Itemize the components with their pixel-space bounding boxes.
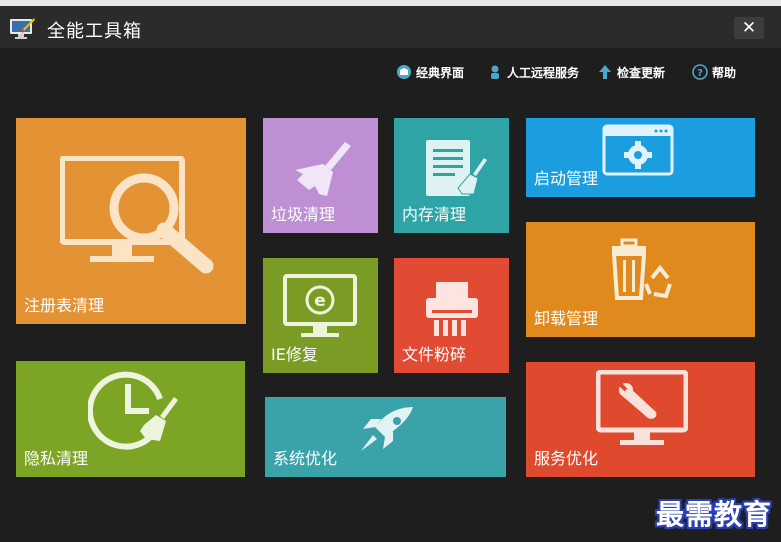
title-bar: 全能工具箱 ✕ bbox=[0, 6, 781, 48]
classic-view-link[interactable]: 经典界面 bbox=[396, 62, 464, 82]
privacy-clean-tile[interactable]: 隐私清理 bbox=[16, 361, 245, 477]
document-broom-icon bbox=[426, 140, 487, 196]
rocket-icon bbox=[361, 407, 413, 451]
uninstall-manage-tile[interactable]: 卸载管理 bbox=[526, 222, 755, 337]
update-arrow-icon bbox=[597, 64, 613, 80]
ie-repair-tile[interactable]: e IE修复 bbox=[263, 258, 378, 373]
svg-text:?: ? bbox=[697, 68, 703, 79]
memory-clean-label: 内存清理 bbox=[402, 205, 467, 224]
classic-view-label: 经典界面 bbox=[416, 65, 465, 80]
service-optimize-label: 服务优化 bbox=[534, 449, 599, 468]
service-optimize-tile[interactable]: 服务优化 bbox=[526, 362, 755, 477]
registry-clean-tile[interactable]: 注册表清理 bbox=[16, 118, 246, 324]
ie-monitor-icon: e bbox=[283, 274, 357, 337]
help-label: 帮助 bbox=[712, 65, 737, 80]
remote-service-label: 人工远程服务 bbox=[507, 65, 580, 80]
classic-view-icon bbox=[396, 64, 412, 80]
help-link[interactable]: ? 帮助 bbox=[692, 62, 736, 82]
file-shredder-tile[interactable]: 文件粉碎 bbox=[394, 258, 509, 373]
remote-service-link[interactable]: 人工远程服务 bbox=[487, 62, 579, 82]
junk-clean-tile[interactable]: 垃圾清理 bbox=[263, 118, 378, 233]
recycle-bin-icon bbox=[611, 238, 672, 300]
watermark-text: 最需教育 bbox=[656, 498, 773, 531]
window-gear-icon bbox=[602, 124, 674, 176]
registry-clean-label: 注册表清理 bbox=[24, 296, 105, 315]
startup-manage-label: 启动管理 bbox=[534, 169, 599, 188]
svg-text:e: e bbox=[314, 291, 326, 311]
monitor-wrench-icon bbox=[596, 370, 688, 445]
support-agent-icon bbox=[487, 64, 503, 80]
check-update-label: 检查更新 bbox=[617, 65, 666, 80]
monitor-magnifier-icon bbox=[60, 156, 214, 274]
shredder-icon bbox=[426, 282, 478, 336]
system-optimize-label: 系统优化 bbox=[273, 449, 338, 468]
uninstall-manage-label: 卸载管理 bbox=[534, 309, 599, 328]
app-title: 全能工具箱 bbox=[47, 21, 142, 42]
clock-broom-icon bbox=[88, 371, 178, 450]
broom-icon bbox=[295, 142, 351, 196]
privacy-clean-label: 隐私清理 bbox=[24, 449, 89, 468]
memory-clean-tile[interactable]: 内存清理 bbox=[394, 118, 509, 233]
startup-manage-tile[interactable]: 启动管理 bbox=[526, 118, 755, 197]
file-shredder-label: 文件粉碎 bbox=[402, 345, 467, 364]
help-icon: ? bbox=[692, 64, 708, 80]
junk-clean-label: 垃圾清理 bbox=[271, 205, 336, 224]
ie-repair-label: IE修复 bbox=[271, 345, 318, 364]
check-update-link[interactable]: 检查更新 bbox=[597, 62, 665, 82]
system-optimize-tile[interactable]: 系统优化 bbox=[265, 397, 506, 477]
close-button[interactable]: ✕ bbox=[734, 17, 764, 39]
app-toolbox-icon bbox=[10, 18, 35, 39]
